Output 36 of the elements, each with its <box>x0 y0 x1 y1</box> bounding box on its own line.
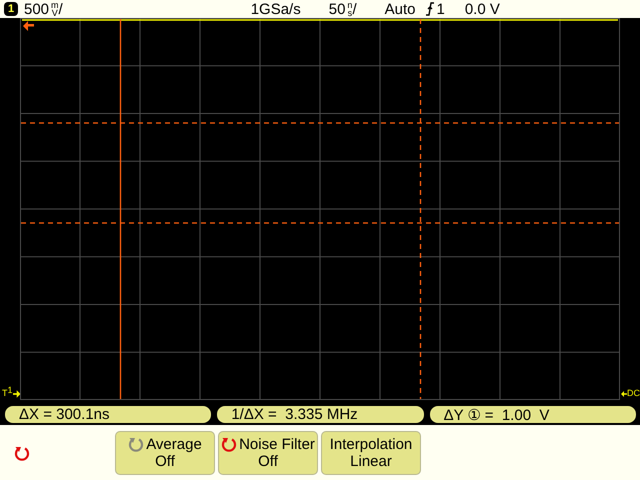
softkey-button[interactable]: Average Off <box>115 430 215 474</box>
softkey-value: Linear <box>350 452 392 470</box>
trigger-source: 1 <box>436 0 445 18</box>
coupling-label: DC <box>627 389 640 398</box>
cursor-line[interactable] <box>120 19 122 399</box>
time-scale: 50 <box>328 0 346 18</box>
ground-reference-icon <box>23 21 34 31</box>
unit-label: s <box>347 9 352 17</box>
cursor-line[interactable] <box>420 19 422 399</box>
trigger-marker-channel: 1 <box>8 386 13 395</box>
cursor-line[interactable] <box>21 222 619 224</box>
softkey-value: Off <box>155 452 175 470</box>
per-division-mark: / <box>352 0 357 18</box>
right-arrow-icon <box>12 390 20 398</box>
cursor-line[interactable] <box>21 122 619 124</box>
per-division-mark: / <box>58 0 63 18</box>
softkey-value: Off <box>258 452 278 470</box>
unit-prefix: m <box>51 1 59 9</box>
trigger-edge-icon <box>425 2 436 16</box>
unit-prefix: n <box>347 1 352 9</box>
trigger-marker-label: T <box>2 389 8 398</box>
sample-rate: 1GSa/s <box>250 0 301 18</box>
measurement-readout: ΔX = 300.1ns <box>5 406 212 423</box>
softkey-button[interactable]: Interpolation Linear <box>321 430 421 474</box>
measurement-readout: 1/ΔX = 3.335 MHz <box>217 406 424 423</box>
left-arrow-icon <box>621 390 627 398</box>
trigger-level: 0.0 V <box>464 0 500 18</box>
channel-scale: 500 <box>24 0 50 18</box>
softkey-button[interactable]: Noise Filter Off <box>218 430 318 474</box>
unit-label: V <box>51 9 58 17</box>
measurement-readout: ΔY ① = 1.00 V <box>430 406 636 423</box>
softkey-label: Interpolation <box>330 436 412 452</box>
channel-badge: 1 <box>4 2 18 16</box>
trigger-mode: Auto <box>384 0 416 18</box>
softkey-label: Average <box>146 436 202 452</box>
softkey-label: Noise Filter <box>239 436 315 452</box>
